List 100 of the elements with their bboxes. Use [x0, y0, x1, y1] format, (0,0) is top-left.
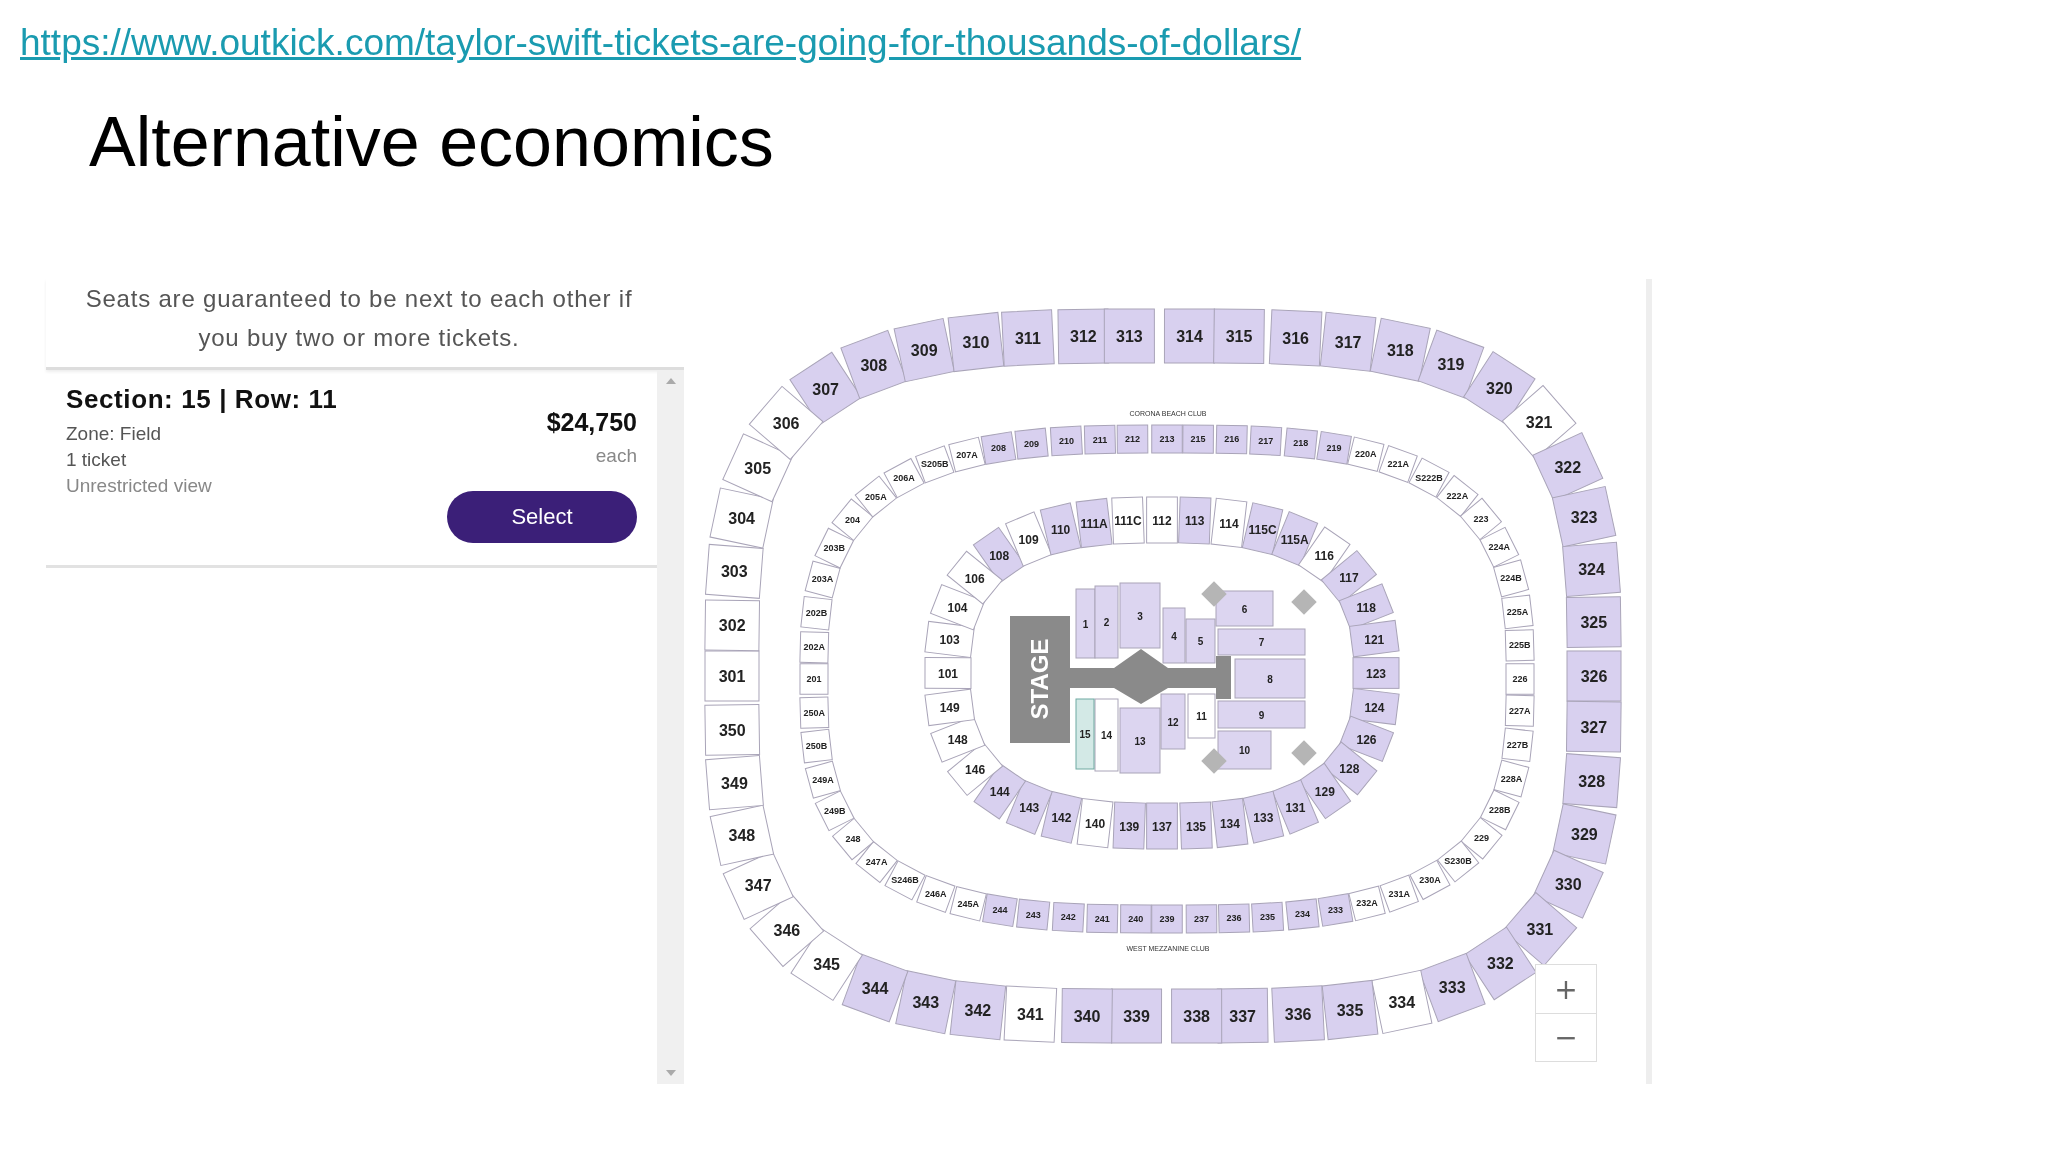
stadium-section[interactable]: 201 — [799, 663, 829, 695]
scrollbar[interactable] — [657, 370, 684, 1084]
stadium-section[interactable]: 314 — [1163, 308, 1216, 364]
scroll-up-icon[interactable] — [665, 378, 676, 384]
stadium-section[interactable]: 335 — [1321, 979, 1379, 1041]
stadium-section[interactable]: 250A — [799, 696, 830, 729]
stadium-section[interactable]: 123 — [1352, 657, 1400, 689]
stadium-section[interactable]: 218 — [1283, 427, 1318, 460]
stadium-section[interactable]: S205B — [915, 445, 955, 484]
stadium-section[interactable]: 203A — [804, 560, 841, 599]
field-section[interactable]: 4 — [1162, 607, 1186, 664]
stadium-section[interactable]: 305 — [722, 433, 794, 503]
stadium-section[interactable]: 334 — [1371, 969, 1433, 1034]
stadium-section[interactable]: 250B — [800, 728, 833, 764]
stadium-section[interactable]: 228A — [1493, 759, 1530, 798]
stadium-section[interactable]: 103 — [924, 620, 975, 659]
stadium-section[interactable]: 241 — [1086, 903, 1119, 934]
field-section[interactable]: 11 — [1187, 693, 1216, 739]
stadium-section[interactable]: 133 — [1242, 790, 1285, 844]
stadium-section[interactable]: 309 — [893, 318, 955, 383]
stadium-section[interactable]: 313 — [1103, 308, 1155, 364]
stadium-section[interactable]: 319 — [1417, 329, 1485, 399]
stadium-section[interactable]: 336 — [1271, 985, 1325, 1043]
stadium-section[interactable]: 340 — [1061, 987, 1113, 1044]
stadium-section[interactable]: 316 — [1268, 309, 1323, 367]
field-section[interactable]: 13 — [1119, 707, 1161, 774]
stadium-section[interactable]: 329 — [1552, 803, 1617, 865]
stadium-section[interactable]: 104 — [930, 584, 985, 631]
stadium-section[interactable]: 239 — [1151, 904, 1183, 934]
stadium-section[interactable]: 344 — [841, 953, 909, 1023]
stadium-section[interactable]: 212 — [1116, 424, 1149, 454]
stadium-section[interactable]: 326 — [1566, 650, 1622, 702]
stadium-section[interactable]: 126 — [1339, 715, 1394, 762]
field-section[interactable]: 12 — [1160, 693, 1186, 750]
stadium-section[interactable]: 110 — [1039, 502, 1082, 556]
stadium-section[interactable]: 236 — [1217, 903, 1251, 934]
stadium-section[interactable]: 135 — [1179, 801, 1213, 850]
stadium-section[interactable]: 328 — [1562, 753, 1621, 809]
stadium-section[interactable]: 243 — [1016, 898, 1051, 931]
stadium-section[interactable]: 310 — [947, 311, 1005, 373]
stadium-section[interactable]: 315 — [1213, 308, 1265, 365]
stadium-section[interactable]: 211 — [1083, 424, 1117, 455]
stadium-section[interactable]: 217 — [1249, 425, 1283, 457]
field-section[interactable]: 5 — [1185, 618, 1216, 664]
stadium-section[interactable]: 215 — [1182, 424, 1214, 454]
stadium-section[interactable]: 232A — [1348, 885, 1386, 922]
stadium-section[interactable]: 121 — [1349, 619, 1400, 658]
stadium-section[interactable]: 210 — [1049, 425, 1083, 457]
stadium-section[interactable]: 311 — [1001, 309, 1055, 367]
stadium-section[interactable]: 338 — [1171, 988, 1223, 1044]
stadium-section[interactable]: 233 — [1317, 893, 1354, 927]
field-section[interactable]: 14 — [1094, 698, 1119, 772]
stadium-section[interactable]: 124 — [1349, 687, 1400, 726]
stadium-section[interactable]: 111C — [1111, 496, 1145, 545]
stadium-section[interactable]: 101 — [924, 657, 972, 689]
stadium-section[interactable]: 325 — [1565, 596, 1622, 649]
stadium-section[interactable]: 234 — [1285, 898, 1320, 931]
stadium-section[interactable]: 318 — [1369, 317, 1431, 382]
stadium-section[interactable]: 339 — [1110, 988, 1163, 1044]
stadium-section[interactable]: 209 — [1014, 427, 1049, 460]
stadium-section[interactable]: 330 — [1532, 849, 1604, 919]
field-section[interactable]: 9 — [1217, 700, 1306, 729]
stadium-section[interactable]: 227A — [1504, 694, 1535, 727]
stadium-section[interactable]: 112 — [1146, 496, 1178, 544]
stadium-section[interactable]: 224B — [1493, 559, 1530, 598]
stadium-section[interactable]: 113 — [1178, 496, 1212, 545]
field-section[interactable]: 3 — [1119, 582, 1161, 649]
stadium-section[interactable]: 327 — [1566, 700, 1622, 753]
stadium-section[interactable]: 350 — [704, 703, 761, 756]
stadium-section[interactable]: 226 — [1505, 663, 1535, 695]
stadium-section[interactable]: 301 — [704, 650, 760, 702]
stadium-section[interactable]: 202A — [799, 631, 830, 664]
stadium-section[interactable]: 317 — [1319, 311, 1377, 372]
stadium-section[interactable]: 111A — [1075, 497, 1113, 549]
stadium-section[interactable]: 237 — [1185, 904, 1218, 934]
stadium-section[interactable]: 137 — [1146, 802, 1178, 850]
stadium-section[interactable]: 249A — [804, 760, 841, 799]
stadium-section[interactable]: 140 — [1076, 798, 1114, 849]
stadium-section[interactable]: 114 — [1210, 497, 1248, 548]
stadium-section[interactable]: 208 — [980, 431, 1017, 465]
stadium-section[interactable]: 303 — [705, 543, 764, 599]
stadium-section[interactable]: 304 — [709, 487, 774, 549]
stadium-section[interactable]: 348 — [709, 804, 775, 866]
stadium-section[interactable]: 225B — [1504, 629, 1535, 662]
stadium-section[interactable]: 220A — [1347, 436, 1385, 472]
scroll-down-icon[interactable] — [665, 1070, 676, 1076]
stadium-section[interactable]: 349 — [705, 755, 764, 811]
listing-card[interactable]: Section: 15 | Row: 11 Zone: Field 1 ticket Unrestricted view $24,750 each Select — [46, 370, 657, 568]
stadium-section[interactable]: 308 — [840, 329, 908, 400]
field-section[interactable]: 7 — [1217, 628, 1306, 656]
stadium-section[interactable]: 142 — [1040, 790, 1083, 844]
stadium-section[interactable]: 231A — [1379, 874, 1419, 913]
stadium-section[interactable]: 302 — [704, 599, 760, 652]
stadium-section[interactable]: 216 — [1215, 424, 1248, 455]
stadium-section[interactable]: 342 — [949, 980, 1007, 1041]
stadium-section[interactable]: 333 — [1418, 952, 1486, 1023]
stadium-section[interactable]: 227B — [1501, 727, 1534, 762]
stadium-section[interactable]: 225A — [1501, 594, 1534, 630]
stadium-section[interactable]: 324 — [1562, 541, 1621, 597]
field-section[interactable]: 15 — [1075, 698, 1095, 770]
